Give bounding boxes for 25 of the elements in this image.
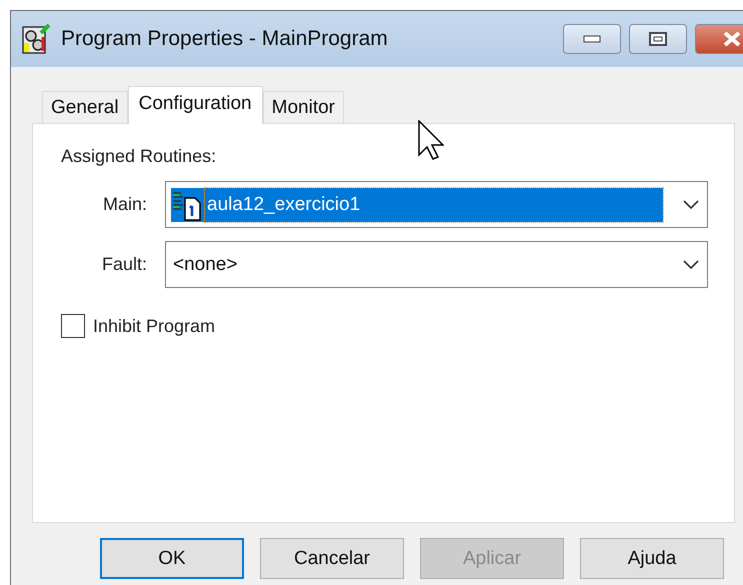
minimize-button[interactable] bbox=[563, 24, 621, 54]
close-icon bbox=[722, 31, 742, 47]
app-icon bbox=[21, 23, 53, 55]
chevron-down-icon bbox=[683, 200, 699, 210]
selected-value: aula12_exercicio1 bbox=[205, 188, 663, 222]
tab[interactable]: Monitor bbox=[262, 91, 344, 123]
chevron-down-icon bbox=[683, 260, 699, 270]
tab[interactable]: General bbox=[42, 91, 128, 123]
section-label: Assigned Routines: bbox=[61, 146, 218, 167]
checkbox[interactable] bbox=[61, 314, 85, 338]
routine-icon bbox=[171, 188, 205, 222]
maximize-icon bbox=[649, 32, 667, 46]
dropdown-field[interactable]: <none> bbox=[165, 241, 708, 288]
dropdown-field[interactable]: aula12_exercicio1 bbox=[165, 181, 708, 228]
maximize-button[interactable] bbox=[629, 24, 687, 54]
dialog-button[interactable]: OK bbox=[100, 538, 244, 579]
field-label: Fault: bbox=[100, 254, 148, 275]
minimize-icon bbox=[583, 35, 601, 43]
selected-value: <none> bbox=[172, 252, 238, 276]
dialog-button[interactable]: Cancelar bbox=[260, 538, 404, 579]
checkbox-label: Inhibit Program bbox=[93, 316, 216, 336]
field-label: Main: bbox=[102, 194, 148, 215]
window-title: Program Properties - MainProgram bbox=[61, 27, 389, 51]
tab[interactable]: Configuration bbox=[128, 86, 263, 124]
dialog-button[interactable]: Ajuda bbox=[580, 538, 724, 579]
